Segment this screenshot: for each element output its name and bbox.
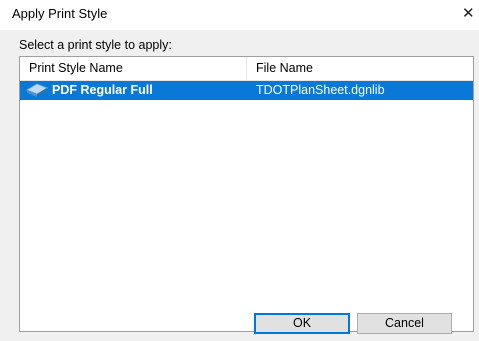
list-header: Print Style Name File Name <box>20 57 473 81</box>
column-header-print-style-name[interactable]: Print Style Name <box>20 57 247 80</box>
cancel-button[interactable]: Cancel <box>357 313 452 334</box>
style-name-cell: PDF Regular Full <box>52 83 153 97</box>
print-style-list[interactable]: Print Style Name File Name PDF Regular F… <box>19 56 474 332</box>
dialog-body: Select a print style to apply: Print Sty… <box>0 30 479 341</box>
title-bar: Apply Print Style ✕ <box>0 0 479 30</box>
list-item[interactable]: PDF Regular Full TDOTPlanSheet.dgnlib <box>20 81 473 100</box>
print-style-icon <box>25 83 49 98</box>
ok-button[interactable]: OK <box>254 313 350 334</box>
file-name-cell: TDOTPlanSheet.dgnlib <box>256 83 385 97</box>
column-header-file-name[interactable]: File Name <box>247 57 473 80</box>
window-title: Apply Print Style <box>12 6 108 21</box>
close-icon[interactable]: ✕ <box>462 4 479 24</box>
prompt-label: Select a print style to apply: <box>19 38 172 52</box>
